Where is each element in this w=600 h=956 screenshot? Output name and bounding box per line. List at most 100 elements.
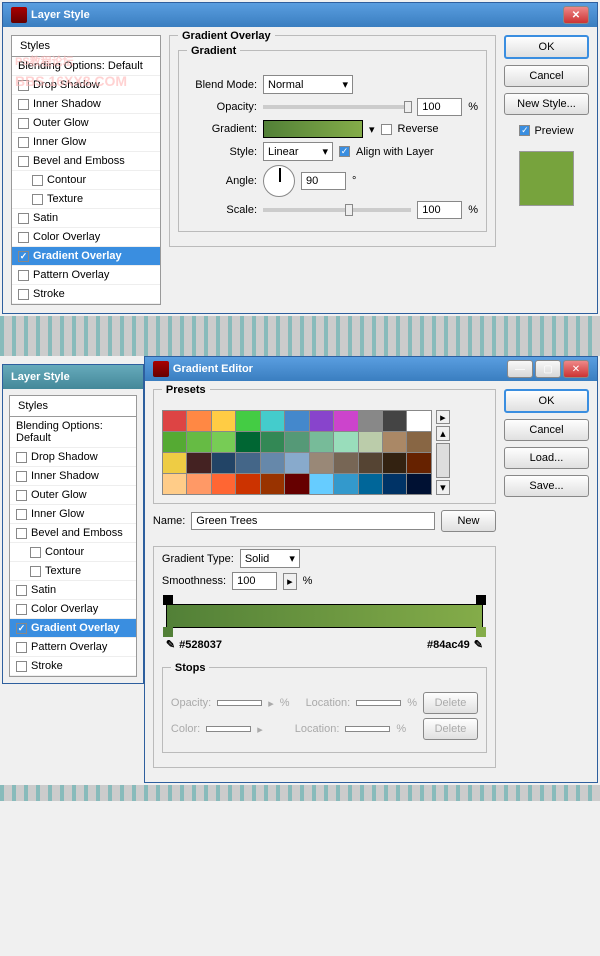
preset-swatch[interactable] <box>359 411 382 431</box>
preset-swatch[interactable] <box>163 453 186 473</box>
style-bevel-emboss[interactable]: Bevel and Emboss <box>10 524 136 543</box>
style-select[interactable]: Linear▾ <box>263 142 333 161</box>
preset-swatch[interactable] <box>383 411 406 431</box>
preset-grid[interactable] <box>162 410 432 495</box>
scale-slider[interactable] <box>263 208 411 212</box>
preset-swatch[interactable] <box>187 453 210 473</box>
preset-swatch[interactable] <box>236 453 259 473</box>
style-drop-shadow[interactable]: Drop Shadow <box>10 448 136 467</box>
style-gradient-overlay[interactable]: Gradient Overlay <box>10 619 136 638</box>
save-button[interactable]: Save... <box>504 475 589 497</box>
preset-swatch[interactable] <box>285 474 308 494</box>
close-icon[interactable]: ✕ <box>563 360 589 378</box>
scale-input[interactable]: 100 <box>417 201 462 219</box>
preset-swatch[interactable] <box>310 411 333 431</box>
preset-swatch[interactable] <box>187 432 210 452</box>
preset-swatch[interactable] <box>261 411 284 431</box>
opacity-input[interactable]: 100 <box>417 98 462 116</box>
style-pattern-overlay[interactable]: Pattern Overlay <box>12 266 160 285</box>
opacity-stop-right[interactable] <box>476 595 486 605</box>
preset-swatch[interactable] <box>310 474 333 494</box>
angle-input[interactable]: 90 <box>301 172 346 190</box>
preset-swatch[interactable] <box>334 432 357 452</box>
new-button[interactable]: New <box>441 510 496 532</box>
preset-swatch[interactable] <box>187 411 210 431</box>
preset-swatch[interactable] <box>310 453 333 473</box>
preset-swatch[interactable] <box>212 474 235 494</box>
preview-checkbox[interactable] <box>519 125 530 136</box>
smoothness-input[interactable]: 100 <box>232 572 277 590</box>
style-outer-glow[interactable]: Outer Glow <box>10 486 136 505</box>
preset-swatch[interactable] <box>163 411 186 431</box>
new-style-button[interactable]: New Style... <box>504 93 589 115</box>
scroll-down-icon[interactable]: ▾ <box>436 480 450 495</box>
style-contour[interactable]: Contour <box>12 171 160 190</box>
style-inner-glow[interactable]: Inner Glow <box>12 133 160 152</box>
maximize-icon[interactable]: ▢ <box>535 360 561 378</box>
flyout-icon[interactable]: ▸ <box>436 410 450 424</box>
color-stop-right[interactable] <box>476 627 486 637</box>
preset-swatch[interactable] <box>359 453 382 473</box>
preset-swatch[interactable] <box>383 474 406 494</box>
preset-swatch[interactable] <box>359 474 382 494</box>
preset-swatch[interactable] <box>285 411 308 431</box>
preset-swatch[interactable] <box>359 432 382 452</box>
style-outer-glow[interactable]: Outer Glow <box>12 114 160 133</box>
preset-swatch[interactable] <box>163 432 186 452</box>
preset-swatch[interactable] <box>212 453 235 473</box>
preset-swatch[interactable] <box>261 432 284 452</box>
opacity-stop-left[interactable] <box>163 595 173 605</box>
preset-swatch[interactable] <box>261 453 284 473</box>
name-input[interactable] <box>191 512 435 530</box>
style-satin[interactable]: Satin <box>10 581 136 600</box>
style-inner-shadow[interactable]: Inner Shadow <box>12 95 160 114</box>
style-stroke[interactable]: Stroke <box>10 657 136 676</box>
blend-mode-select[interactable]: Normal▾ <box>263 75 353 94</box>
preset-swatch[interactable] <box>236 411 259 431</box>
style-inner-shadow[interactable]: Inner Shadow <box>10 467 136 486</box>
preset-swatch[interactable] <box>407 474 430 494</box>
gradient-picker[interactable] <box>263 120 363 138</box>
cancel-button[interactable]: Cancel <box>504 65 589 87</box>
preset-swatch[interactable] <box>212 411 235 431</box>
style-pattern-overlay[interactable]: Pattern Overlay <box>10 638 136 657</box>
blending-options-row[interactable]: Blending Options: Default <box>12 57 160 76</box>
scrollbar[interactable] <box>436 443 450 478</box>
close-icon[interactable]: ✕ <box>563 6 589 24</box>
ok-button[interactable]: OK <box>504 389 589 413</box>
ok-button[interactable]: OK <box>504 35 589 59</box>
angle-dial[interactable] <box>263 165 295 197</box>
dropdown-icon[interactable]: ▸ <box>283 573 297 590</box>
style-color-overlay[interactable]: Color Overlay <box>12 228 160 247</box>
preset-swatch[interactable] <box>261 474 284 494</box>
style-contour[interactable]: Contour <box>10 543 136 562</box>
style-inner-glow[interactable]: Inner Glow <box>10 505 136 524</box>
preset-swatch[interactable] <box>236 432 259 452</box>
cancel-button[interactable]: Cancel <box>504 419 589 441</box>
gradtype-select[interactable]: Solid▾ <box>240 549 300 568</box>
preset-swatch[interactable] <box>236 474 259 494</box>
style-drop-shadow[interactable]: Drop Shadow <box>12 76 160 95</box>
load-button[interactable]: Load... <box>504 447 589 469</box>
reverse-checkbox[interactable] <box>381 124 392 135</box>
preset-swatch[interactable] <box>334 453 357 473</box>
style-texture[interactable]: Texture <box>12 190 160 209</box>
color-stop-left[interactable] <box>163 627 173 637</box>
preset-swatch[interactable] <box>310 432 333 452</box>
gradient-bar[interactable] <box>166 604 483 628</box>
style-bevel-emboss[interactable]: Bevel and Emboss <box>12 152 160 171</box>
style-stroke[interactable]: Stroke <box>12 285 160 304</box>
opacity-slider[interactable] <box>263 105 411 109</box>
style-color-overlay[interactable]: Color Overlay <box>10 600 136 619</box>
chevron-down-icon[interactable]: ▾ <box>369 123 375 136</box>
preset-swatch[interactable] <box>334 474 357 494</box>
preset-swatch[interactable] <box>407 453 430 473</box>
preset-swatch[interactable] <box>383 453 406 473</box>
preset-swatch[interactable] <box>285 453 308 473</box>
style-texture[interactable]: Texture <box>10 562 136 581</box>
preset-swatch[interactable] <box>163 474 186 494</box>
preset-swatch[interactable] <box>407 432 430 452</box>
style-satin[interactable]: Satin <box>12 209 160 228</box>
style-gradient-overlay[interactable]: Gradient Overlay <box>12 247 160 266</box>
blending-options-row[interactable]: Blending Options: Default <box>10 417 136 448</box>
